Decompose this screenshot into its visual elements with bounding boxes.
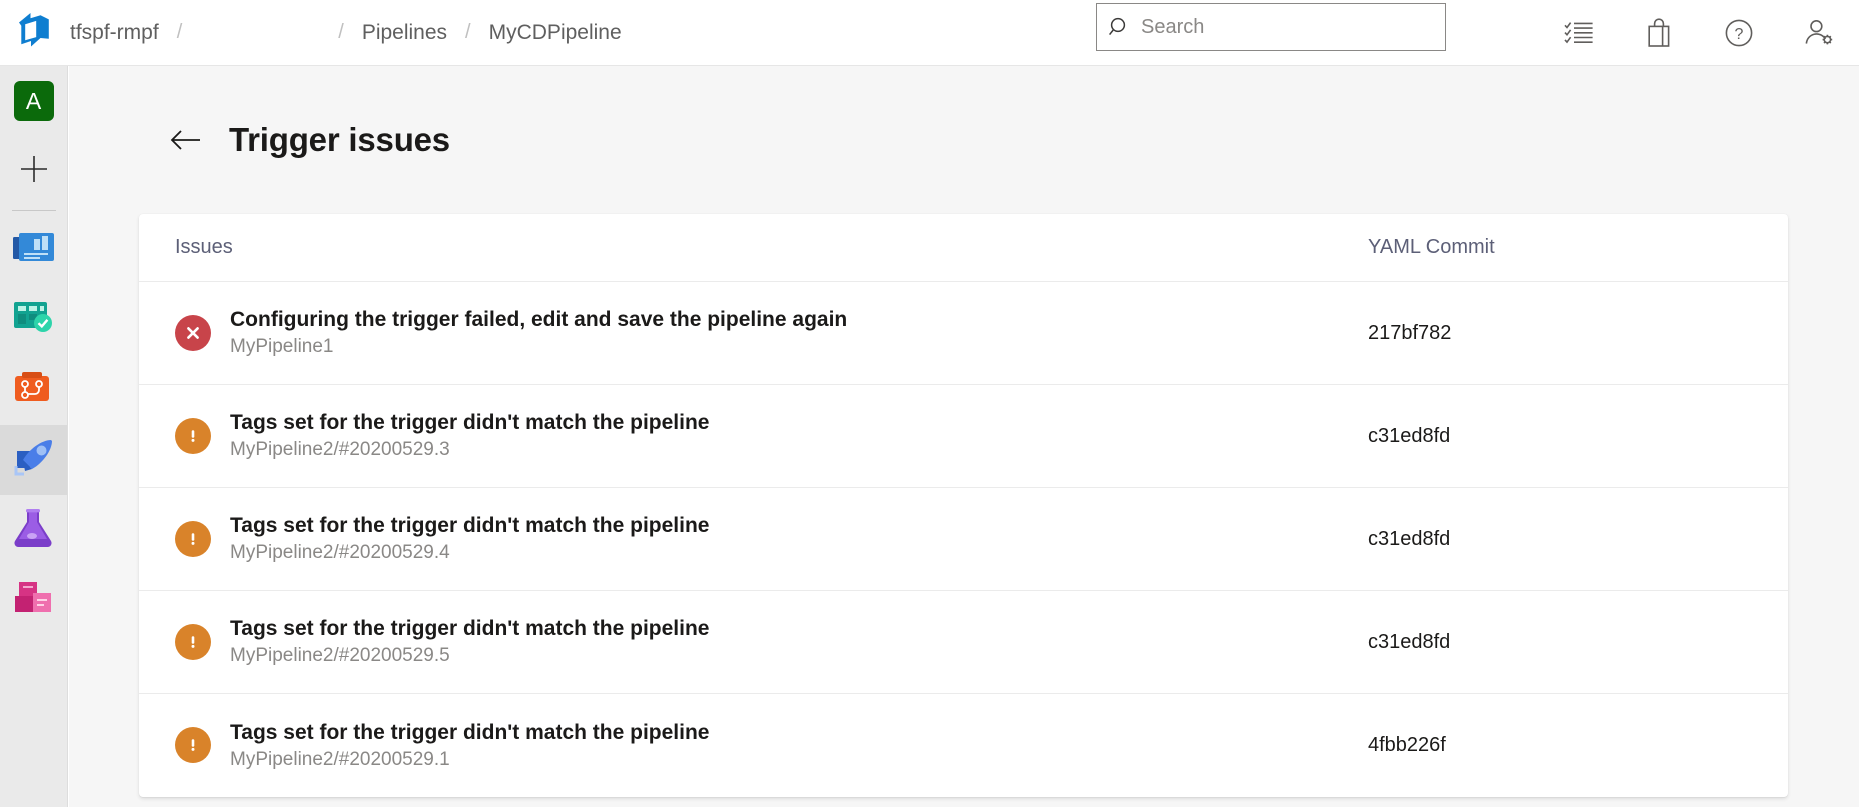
sidebar-item-overview[interactable] bbox=[0, 215, 67, 285]
sidebar-item-test-plans[interactable] bbox=[0, 495, 67, 565]
table-row[interactable]: Tags set for the trigger didn't match th… bbox=[139, 488, 1788, 591]
marketplace-bag-icon[interactable] bbox=[1639, 13, 1679, 53]
issue-title: Configuring the trigger failed, edit and… bbox=[230, 308, 847, 332]
issue-text: Configuring the trigger failed, edit and… bbox=[230, 308, 847, 358]
warning-circle-icon bbox=[175, 624, 211, 660]
main-content: Trigger issues Issues YAML Commit Config… bbox=[69, 66, 1859, 807]
left-rail: A bbox=[0, 66, 68, 807]
pipelines-rocket-icon bbox=[12, 438, 56, 483]
avatar: A bbox=[14, 81, 54, 121]
breadcrumb-separator: / bbox=[449, 21, 487, 44]
breadcrumb-item-pipeline-name[interactable]: MyCDPipeline bbox=[487, 21, 624, 45]
plus-icon bbox=[18, 153, 50, 190]
issue-cell: Configuring the trigger failed, edit and… bbox=[175, 308, 1368, 358]
back-arrow-icon[interactable] bbox=[169, 123, 203, 157]
sidebar-item-repos[interactable] bbox=[0, 355, 67, 425]
search-input[interactable] bbox=[1141, 12, 1421, 42]
sidebar-item-artifacts[interactable] bbox=[0, 565, 67, 635]
table-row[interactable]: Tags set for the trigger didn't match th… bbox=[139, 591, 1788, 694]
yaml-commit-cell: 217bf782 bbox=[1368, 322, 1788, 345]
issue-cell: Tags set for the trigger didn't match th… bbox=[175, 721, 1368, 771]
warning-circle-icon bbox=[175, 418, 211, 454]
issue-cell: Tags set for the trigger didn't match th… bbox=[175, 617, 1368, 667]
azure-devops-logo-cell[interactable] bbox=[0, 0, 68, 66]
overview-icon bbox=[12, 230, 56, 271]
issue-text: Tags set for the trigger didn't match th… bbox=[230, 411, 709, 461]
top-header: tfspf-rmpf / / Pipelines / MyCDPipeline bbox=[0, 0, 1859, 66]
column-header-issues[interactable]: Issues bbox=[175, 236, 1368, 259]
artifacts-boxes-icon bbox=[13, 580, 55, 621]
new-item-button[interactable] bbox=[0, 136, 67, 206]
issue-title: Tags set for the trigger didn't match th… bbox=[230, 514, 709, 538]
page-title: Trigger issues bbox=[229, 121, 450, 159]
breadcrumb: tfspf-rmpf / / Pipelines / MyCDPipeline bbox=[68, 0, 624, 66]
rail-divider bbox=[12, 210, 56, 211]
issue-text: Tags set for the trigger didn't match th… bbox=[230, 514, 709, 564]
user-settings-icon[interactable] bbox=[1799, 13, 1839, 53]
issue-text: Tags set for the trigger didn't match th… bbox=[230, 721, 709, 771]
table-row[interactable]: Tags set for the trigger didn't match th… bbox=[139, 385, 1788, 488]
page-header: Trigger issues bbox=[169, 121, 1859, 159]
issue-subtitle: MyPipeline2/#20200529.3 bbox=[230, 439, 709, 461]
issue-subtitle: MyPipeline1 bbox=[230, 336, 847, 358]
sidebar-item-pipelines[interactable] bbox=[0, 425, 67, 495]
table-row[interactable]: Configuring the trigger failed, edit and… bbox=[139, 282, 1788, 385]
breadcrumb-separator: / bbox=[161, 21, 199, 44]
breadcrumb-item-pipelines[interactable]: Pipelines bbox=[360, 21, 449, 45]
test-plans-flask-icon bbox=[13, 508, 55, 553]
issue-subtitle: MyPipeline2/#20200529.1 bbox=[230, 749, 709, 771]
svg-text:?: ? bbox=[1735, 26, 1744, 43]
yaml-commit-cell: c31ed8fd bbox=[1368, 631, 1788, 654]
project-avatar[interactable]: A bbox=[0, 66, 67, 136]
issue-text: Tags set for the trigger didn't match th… bbox=[230, 617, 709, 667]
header-icon-group: ? bbox=[1559, 0, 1839, 66]
boards-checklist-icon[interactable] bbox=[1559, 13, 1599, 53]
issue-title: Tags set for the trigger didn't match th… bbox=[230, 411, 709, 435]
issue-cell: Tags set for the trigger didn't match th… bbox=[175, 411, 1368, 461]
yaml-commit-cell: c31ed8fd bbox=[1368, 425, 1788, 448]
issue-title: Tags set for the trigger didn't match th… bbox=[230, 721, 709, 745]
warning-circle-icon bbox=[175, 521, 211, 557]
search-icon bbox=[1097, 16, 1141, 39]
boards-icon bbox=[12, 299, 56, 342]
search-box[interactable] bbox=[1096, 3, 1446, 51]
issue-title: Tags set for the trigger didn't match th… bbox=[230, 617, 709, 641]
issue-subtitle: MyPipeline2/#20200529.4 bbox=[230, 542, 709, 564]
yaml-commit-cell: c31ed8fd bbox=[1368, 528, 1788, 551]
azure-devops-logo-icon bbox=[17, 12, 51, 53]
issue-subtitle: MyPipeline2/#20200529.5 bbox=[230, 645, 709, 667]
sidebar-item-boards[interactable] bbox=[0, 285, 67, 355]
yaml-commit-cell: 4fbb226f bbox=[1368, 734, 1788, 757]
breadcrumb-item-organization[interactable]: tfspf-rmpf bbox=[68, 21, 161, 45]
breadcrumb-separator: / bbox=[322, 21, 360, 44]
warning-circle-icon bbox=[175, 727, 211, 763]
error-circle-icon bbox=[175, 315, 211, 351]
column-header-yaml-commit[interactable]: YAML Commit bbox=[1368, 236, 1788, 259]
table-header-row: Issues YAML Commit bbox=[139, 214, 1788, 282]
issue-cell: Tags set for the trigger didn't match th… bbox=[175, 514, 1368, 564]
table-row[interactable]: Tags set for the trigger didn't match th… bbox=[139, 694, 1788, 797]
issues-card: Issues YAML Commit Configuring the trigg… bbox=[139, 214, 1788, 797]
repos-icon bbox=[13, 370, 55, 411]
help-question-icon[interactable]: ? bbox=[1719, 13, 1759, 53]
